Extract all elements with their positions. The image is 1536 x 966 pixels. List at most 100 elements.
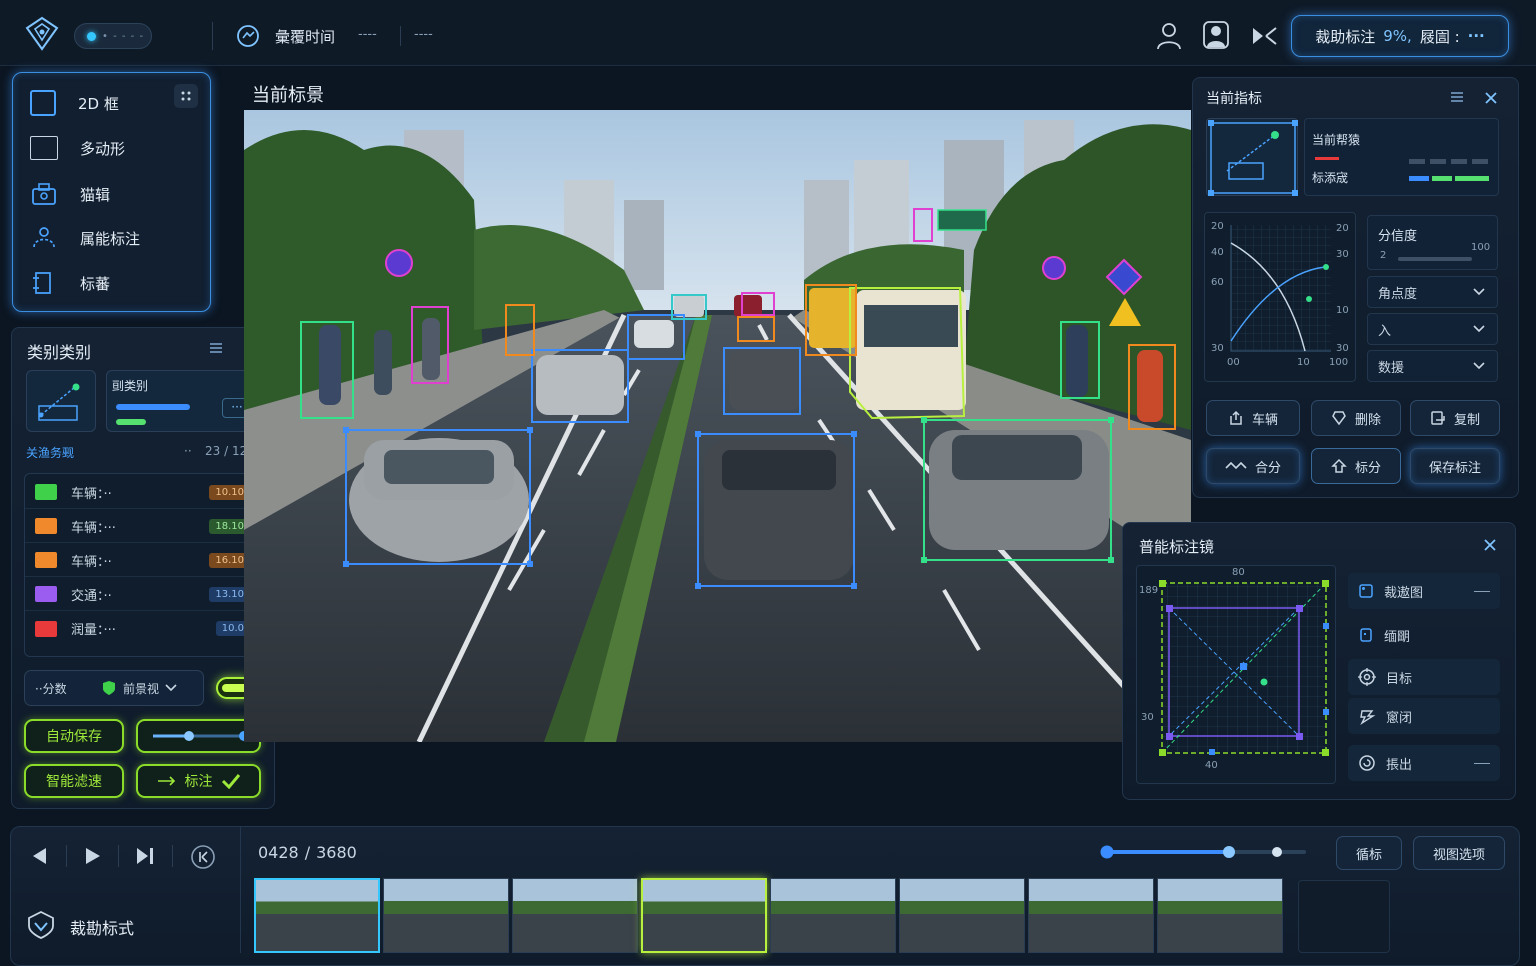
loop-button[interactable]: 循标	[1336, 836, 1402, 870]
dropdown-label: 入	[1378, 323, 1392, 339]
frame-thumbnail[interactable]	[770, 878, 896, 953]
annotation-canvas[interactable]	[244, 110, 1191, 742]
vehicle-button[interactable]: 车辆	[1206, 400, 1300, 436]
split-button[interactable]: 标分	[1311, 448, 1401, 484]
frame-thumbnail[interactable]	[1157, 878, 1283, 953]
save-label: 保存标注	[1428, 460, 1481, 476]
frame-thumbnail[interactable]	[1028, 878, 1154, 953]
smart-item-label: 目标	[1386, 671, 1413, 687]
category-row[interactable]: 交通：·· 13.10	[25, 578, 260, 611]
save-annotation-button[interactable]: 保存标注	[1410, 448, 1500, 484]
current-title: 当前指标	[1206, 91, 1262, 107]
score-selector[interactable]: ··分数 前景视	[24, 670, 204, 706]
smart-item-crop[interactable]: 裁遨图	[1348, 573, 1500, 609]
category-row[interactable]: 车辆：·· 16.10	[25, 544, 260, 577]
chevron-down-icon	[165, 684, 177, 692]
level-bars	[1409, 176, 1489, 181]
dropdown-person[interactable]: 入	[1367, 313, 1498, 345]
check-icon	[221, 773, 241, 789]
category-selected-card[interactable]: 刯类别 ···	[106, 370, 261, 432]
copy-button[interactable]: 复制	[1410, 400, 1500, 436]
lens-view[interactable]: 80 189 30 40	[1136, 565, 1336, 784]
smart-filter-button[interactable]: 智能滤速	[24, 764, 124, 798]
current-info-card: 当前帮猿 标添宬	[1304, 118, 1499, 196]
category-row[interactable]: 车辆：··· 18.10	[25, 510, 260, 543]
plot-tick: 10	[1297, 357, 1310, 368]
delete-button[interactable]: 删除	[1311, 400, 1401, 436]
smart-item-export[interactable]: 掁出	[1348, 745, 1500, 781]
frame-thumbnail[interactable]	[512, 878, 638, 953]
tool-item-2d-box[interactable]: 2D 框	[30, 86, 170, 120]
current-preview[interactable]	[1206, 118, 1298, 196]
topbar-dash-2: ----	[414, 27, 433, 42]
upload-icon	[1228, 410, 1244, 426]
zoom-slider[interactable]	[1100, 844, 1306, 860]
app-logo-icon[interactable]	[24, 16, 60, 52]
close-icon[interactable]	[1483, 538, 1497, 552]
close-icon[interactable]	[1484, 91, 1498, 105]
tool-item-tag[interactable]: 标蕃	[30, 266, 170, 300]
dropdown-label: 角点度	[1378, 286, 1418, 302]
mode-label: 裁勘标式	[70, 919, 135, 938]
skip-end-button[interactable]	[135, 846, 155, 866]
tool-item-polygon[interactable]: 多动形	[30, 131, 170, 165]
smart-item-lasso[interactable]: 窻闭	[1348, 698, 1500, 734]
dropdown-data[interactable]: 数援	[1367, 350, 1498, 382]
frame-strip[interactable]	[254, 878, 1290, 953]
frame-thumbnail[interactable]	[254, 878, 380, 953]
confidence-value: 2	[1380, 250, 1387, 261]
smart-filter-label: 智能滤速	[46, 774, 102, 790]
export-icon	[1358, 754, 1376, 772]
annotate-button[interactable]: 标注	[136, 764, 261, 798]
stats-dots: ··	[184, 444, 192, 458]
tool-label: 2D 框	[78, 94, 119, 113]
view-options-label: 视图选项	[1432, 847, 1485, 863]
frame-separator: /	[304, 843, 311, 862]
gray-bars	[1409, 159, 1489, 164]
category-swatch	[35, 620, 57, 637]
tool-item-attribute[interactable]: 属能标注	[30, 221, 190, 255]
dropdown-label: 数援	[1378, 360, 1405, 376]
tag-icon	[30, 270, 58, 296]
smart-item-copy[interactable]: 缅朙	[1348, 617, 1500, 653]
selected-label: 刯类别	[112, 379, 149, 393]
frame-thumbnail[interactable]	[383, 878, 509, 953]
range-slider[interactable]	[136, 719, 261, 753]
smart-item-target[interactable]: 目标	[1348, 659, 1500, 695]
autosave-button[interactable]: 自动保存	[24, 719, 124, 753]
menu-icon[interactable]	[1450, 91, 1464, 103]
assist-more: ···	[1467, 27, 1485, 45]
category-row[interactable]: 润量：··· 10.0	[25, 612, 260, 645]
red-bar	[1315, 157, 1339, 160]
dropdown-corner[interactable]: 角点度	[1367, 276, 1498, 308]
view-options-button[interactable]: 视图选项	[1413, 836, 1505, 870]
plot-tick: 30	[1211, 343, 1224, 354]
shield-icon	[101, 680, 117, 696]
share-icon[interactable]	[1250, 24, 1278, 48]
merge-button[interactable]: 合分	[1206, 448, 1300, 484]
speed-button[interactable]	[190, 844, 216, 870]
score-label: ··分数	[35, 681, 67, 696]
menu-icon[interactable]	[209, 342, 223, 354]
account-icon[interactable]	[1202, 20, 1230, 50]
annotation-overlay[interactable]	[244, 110, 1191, 742]
assist-status-button[interactable]: 裁助标注 9%, 屐圁 : ···	[1291, 15, 1509, 57]
confidence-card[interactable]: 分信度 100 2	[1367, 215, 1498, 270]
tools-grid-icon[interactable]	[174, 84, 198, 108]
frame-thumbnail[interactable]	[899, 878, 1025, 953]
tool-item-edit[interactable]: 猫辑	[30, 177, 170, 211]
category-label: 润量：···	[71, 623, 116, 638]
user-icon[interactable]	[1156, 22, 1182, 50]
status-pill[interactable]: • - - - -	[74, 23, 152, 49]
smart-item-label: 窻闭	[1386, 710, 1413, 726]
category-preview[interactable]	[26, 370, 96, 432]
frame-strip-end	[1298, 880, 1390, 953]
stats-label: 关渔务觋	[26, 446, 75, 460]
current-sublabel: 标添宬	[1312, 171, 1349, 185]
frame-thumbnail-selected[interactable]	[641, 878, 767, 953]
play-button[interactable]	[84, 846, 102, 866]
category-row[interactable]: 车辆：·· 10.10	[25, 476, 260, 509]
prev-button[interactable]	[30, 846, 48, 866]
chevron-down-icon	[1473, 325, 1485, 333]
divider	[212, 22, 213, 50]
